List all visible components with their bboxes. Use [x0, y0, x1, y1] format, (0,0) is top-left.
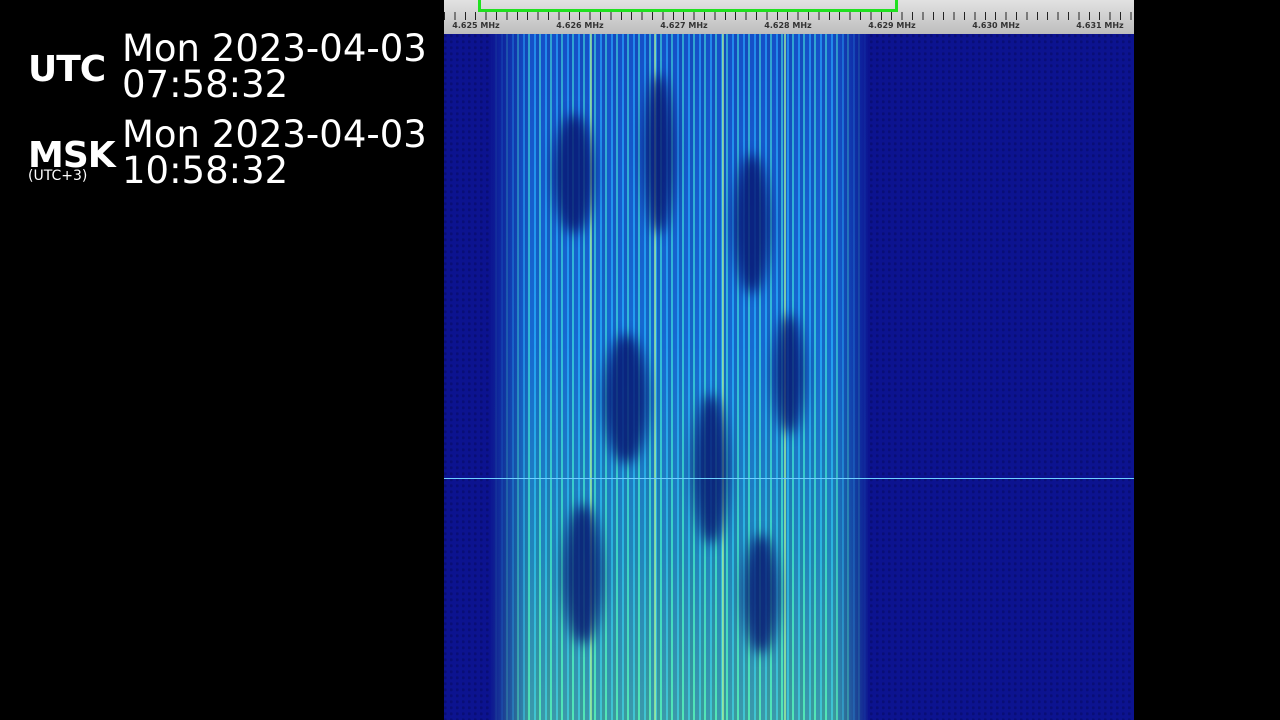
utc-label: UTC: [28, 49, 106, 90]
band-edge-left: [490, 34, 530, 720]
fade-blob: [694, 394, 728, 544]
freq-label: 4.629 MHz: [868, 21, 916, 30]
carrier-streak: [722, 34, 724, 720]
signal-band: [490, 34, 868, 720]
fade-blob: [744, 534, 778, 654]
passband-filter-bar[interactable]: [478, 0, 898, 12]
freq-label: 4.631 MHz: [1076, 21, 1124, 30]
fade-blob: [774, 314, 804, 434]
fade-blob: [554, 114, 594, 234]
freq-label: 4.628 MHz: [764, 21, 812, 30]
freq-label: 4.630 MHz: [972, 21, 1020, 30]
spectrogram-waterfall[interactable]: [444, 34, 1134, 720]
clock-panel: UTC Mon 2023-04-03 07:58:32 MSK (UTC+3) …: [0, 0, 444, 720]
fade-blob: [734, 154, 770, 294]
ruler-ticks: [444, 12, 1134, 20]
fade-blob: [564, 504, 602, 644]
freq-label: 4.626 MHz: [556, 21, 604, 30]
freq-label: 4.625 MHz: [452, 21, 500, 30]
time-marker-line: [444, 478, 1134, 479]
frequency-ruler[interactable]: 4.625 MHz 4.626 MHz 4.627 MHz 4.628 MHz …: [444, 0, 1134, 34]
fade-blob: [644, 74, 674, 234]
waterfall-panel[interactable]: 4.625 MHz 4.626 MHz 4.627 MHz 4.628 MHz …: [444, 0, 1134, 720]
band-edge-right: [834, 34, 870, 720]
msk-time: 10:58:32: [122, 149, 289, 192]
msk-offset: (UTC+3): [28, 168, 88, 184]
utc-time: 07:58:32: [122, 63, 289, 106]
freq-label: 4.627 MHz: [660, 21, 708, 30]
fade-blob: [604, 334, 648, 464]
